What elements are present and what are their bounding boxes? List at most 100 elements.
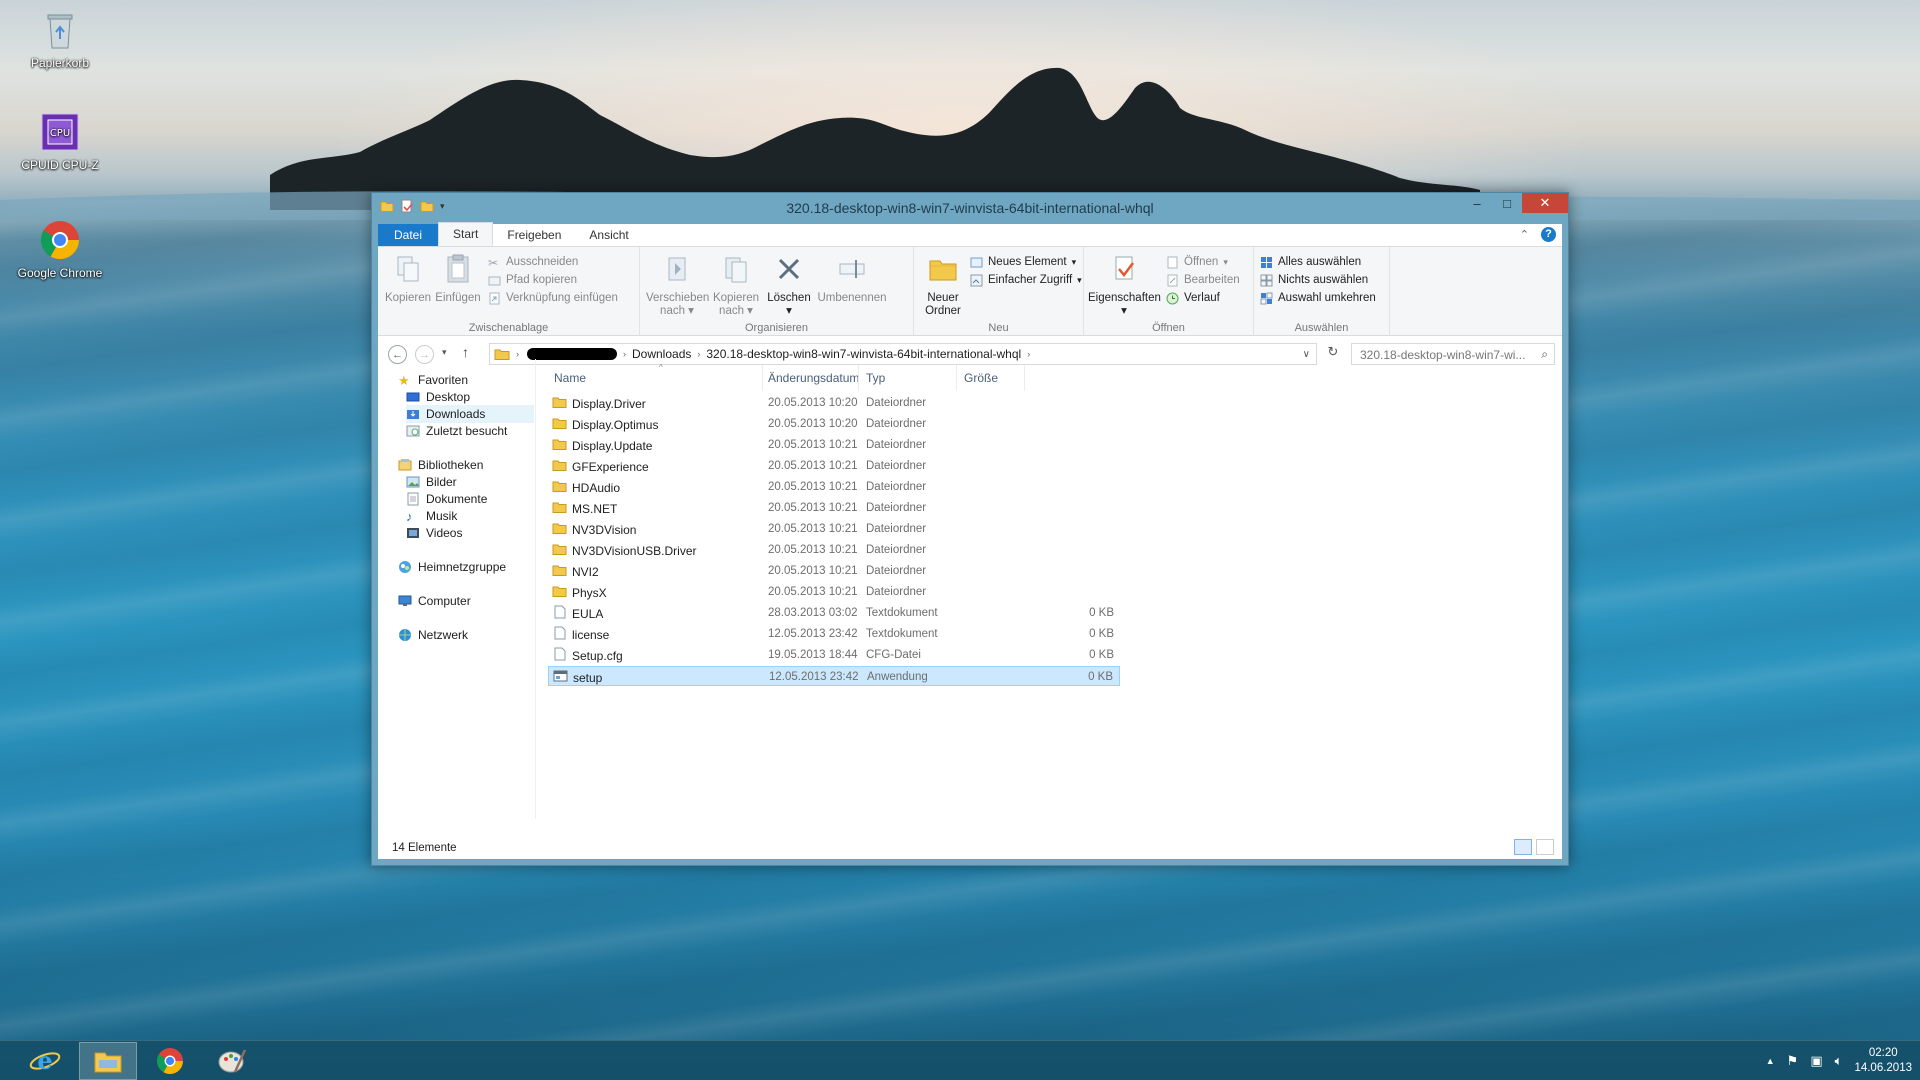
- table-row[interactable]: PhysX 20.05.2013 10:21 Dateiordner: [548, 582, 1120, 602]
- table-row[interactable]: setup 12.05.2013 23:42 Anwendung 0 KB: [548, 666, 1120, 686]
- tab-share[interactable]: Freigeben: [493, 224, 575, 246]
- table-row[interactable]: license 12.05.2013 23:42 Textdokument 0 KB: [548, 624, 1120, 644]
- column-header-name[interactable]: Name ^: [554, 363, 804, 391]
- nav-music[interactable]: ♪ Musik: [406, 507, 457, 525]
- rename-icon: [839, 260, 865, 278]
- table-row[interactable]: Display.Optimus 20.05.2013 10:20 Dateiordn…: [548, 414, 1120, 434]
- chevron-down-icon[interactable]: ∨: [1303, 349, 1316, 360]
- column-separator[interactable]: [762, 365, 763, 391]
- properties-button[interactable]: Eigenschaften ▾: [1088, 253, 1161, 318]
- tab-start[interactable]: Start: [438, 222, 494, 246]
- file-type: Dateiordner: [866, 418, 927, 430]
- table-row[interactable]: Display.Update 20.05.2013 10:21 Dateiordne…: [548, 435, 1120, 455]
- table-row[interactable]: EULA 28.03.2013 03:02 Textdokument 0 KB: [548, 603, 1120, 623]
- collapse-ribbon-icon[interactable]: ⌃: [1520, 228, 1529, 241]
- sort-ascending-icon: ^: [659, 363, 663, 372]
- column-header-size[interactable]: Größe: [964, 371, 998, 391]
- file-date: 20.05.2013 10:21: [768, 586, 858, 598]
- maximize-button[interactable]: □: [1492, 193, 1522, 213]
- table-row[interactable]: Setup.cfg 19.05.2013 18:44 CFG-Datei 0 KB: [548, 645, 1120, 665]
- taskbar-file-explorer[interactable]: [79, 1042, 137, 1080]
- file-type: Dateiordner: [866, 397, 927, 409]
- taskbar-internet-explorer[interactable]: e: [16, 1042, 74, 1080]
- edit-button[interactable]: Bearbeiten: [1166, 271, 1240, 289]
- open-button[interactable]: Öffnen ▾: [1166, 253, 1228, 271]
- table-row[interactable]: NV3DVision 20.05.2013 10:21 Dateiordner: [548, 519, 1120, 539]
- network-icon[interactable]: ▣: [1810, 1053, 1822, 1069]
- paste-shortcut-button[interactable]: Verknüpfung einfügen: [488, 289, 618, 307]
- details-view-button[interactable]: [1514, 839, 1532, 855]
- title-bar[interactable]: ▾ 320.18-desktop-win8-win7-winvista-64bi…: [372, 193, 1568, 224]
- application-icon: [553, 670, 568, 682]
- up-button[interactable]: ↑: [462, 344, 469, 360]
- cut-button[interactable]: ✂ Ausschneiden: [488, 253, 578, 271]
- nav-homegroup[interactable]: Heimnetzgruppe: [398, 558, 506, 576]
- nav-desktop[interactable]: Desktop: [406, 388, 534, 406]
- nav-libraries[interactable]: Bibliotheken: [398, 456, 483, 474]
- move-to-button[interactable]: Verschieben nach ▾: [646, 253, 709, 318]
- invert-selection-button[interactable]: Auswahl umkehren: [1260, 289, 1376, 307]
- copy-button[interactable]: Kopieren: [384, 253, 432, 305]
- taskbar-chrome[interactable]: [141, 1042, 199, 1080]
- help-icon[interactable]: ?: [1541, 227, 1556, 242]
- internet-explorer-icon: e: [29, 1046, 61, 1075]
- table-row[interactable]: HDAudio 20.05.2013 10:21 Dateiordner: [548, 477, 1120, 497]
- desktop-icon-chrome[interactable]: Google Chrome: [10, 218, 110, 280]
- copy-to-icon: [725, 257, 747, 283]
- table-row[interactable]: MS.NET 20.05.2013 10:21 Dateiordner: [548, 498, 1120, 518]
- table-row[interactable]: GFExperience 20.05.2013 10:21 Dateiordner: [548, 456, 1120, 476]
- nav-pictures[interactable]: Bilder: [406, 473, 457, 491]
- table-row[interactable]: Display.Driver 20.05.2013 10:20 Dateiordne…: [548, 393, 1120, 413]
- delete-button[interactable]: Löschen ▾: [766, 253, 812, 318]
- history-button[interactable]: Verlauf: [1166, 289, 1220, 307]
- desktop-icon-cpu-z[interactable]: CPU CPUID CPU-Z: [10, 110, 110, 172]
- nav-network[interactable]: Netzwerk: [398, 626, 468, 644]
- nav-computer[interactable]: Computer: [398, 592, 471, 610]
- close-button[interactable]: ✕: [1522, 193, 1568, 213]
- ribbon-tabs: Datei Start Freigeben Ansicht ⌃ ?: [378, 222, 1562, 246]
- nav-videos[interactable]: Videos: [406, 524, 462, 542]
- network-icon: [399, 629, 411, 641]
- libraries-icon: [398, 459, 412, 471]
- file-date: 20.05.2013 10:21: [768, 544, 858, 556]
- select-all-button[interactable]: Alles auswählen: [1260, 253, 1361, 271]
- select-none-button[interactable]: Nichts auswählen: [1260, 271, 1368, 289]
- new-folder-button[interactable]: Neuer Ordner: [920, 253, 966, 318]
- minimize-button[interactable]: –: [1462, 193, 1492, 213]
- table-row[interactable]: NV3DVisionUSB.Driver 20.05.2013 10:21 Date…: [548, 540, 1120, 560]
- show-hidden-icons-icon[interactable]: ▲: [1766, 1056, 1775, 1066]
- document-icon: [554, 605, 566, 619]
- action-center-flag-icon[interactable]: ⚑: [1787, 1053, 1799, 1069]
- chevron-down-icon: ▾: [1223, 256, 1228, 267]
- column-separator[interactable]: [1024, 365, 1025, 391]
- nav-downloads[interactable]: Downloads: [406, 405, 534, 423]
- nav-recent[interactable]: Zuletzt besucht: [406, 422, 507, 440]
- rename-button[interactable]: Umbenennen: [814, 253, 890, 305]
- folder-icon: [552, 460, 567, 471]
- tab-view[interactable]: Ansicht: [575, 224, 642, 246]
- breadcrumb-separator-icon[interactable]: ›: [1027, 349, 1030, 359]
- column-header-date[interactable]: Änderungsdatum: [768, 371, 859, 391]
- paste-button[interactable]: Einfügen: [434, 253, 482, 305]
- nav-favorites[interactable]: ★ Favoriten: [398, 371, 468, 389]
- folder-icon: [552, 523, 567, 534]
- column-separator[interactable]: [956, 365, 957, 391]
- easy-access-button[interactable]: Einfacher Zugriff ▾: [970, 271, 1082, 289]
- clock[interactable]: 02:20 14.06.2013: [1854, 1046, 1912, 1076]
- volume-icon[interactable]: 🔈︎: [1835, 1053, 1843, 1069]
- column-separator[interactable]: [858, 365, 859, 391]
- window-title: 320.18-desktop-win8-win7-winvista-64bit-…: [786, 200, 1154, 216]
- tab-file[interactable]: Datei: [378, 224, 439, 246]
- recent-locations-button[interactable]: ▾: [442, 347, 447, 358]
- large-icons-view-button[interactable]: [1536, 839, 1554, 855]
- copy-path-button[interactable]: Pfad kopieren: [488, 271, 577, 289]
- breadcrumb-separator-icon[interactable]: ›: [516, 349, 519, 359]
- nav-documents[interactable]: Dokumente: [406, 490, 487, 508]
- table-row[interactable]: NVI2 20.05.2013 10:21 Dateiordner: [548, 561, 1120, 581]
- desktop-icon-recycle-bin[interactable]: Papierkorb: [10, 8, 110, 70]
- edit-icon: [1167, 274, 1178, 286]
- copy-to-button[interactable]: Kopieren nach ▾: [708, 253, 764, 318]
- column-header-type[interactable]: Typ: [866, 371, 885, 391]
- new-item-button[interactable]: Neues Element ▾: [970, 253, 1076, 271]
- taskbar-paint[interactable]: [203, 1042, 261, 1080]
